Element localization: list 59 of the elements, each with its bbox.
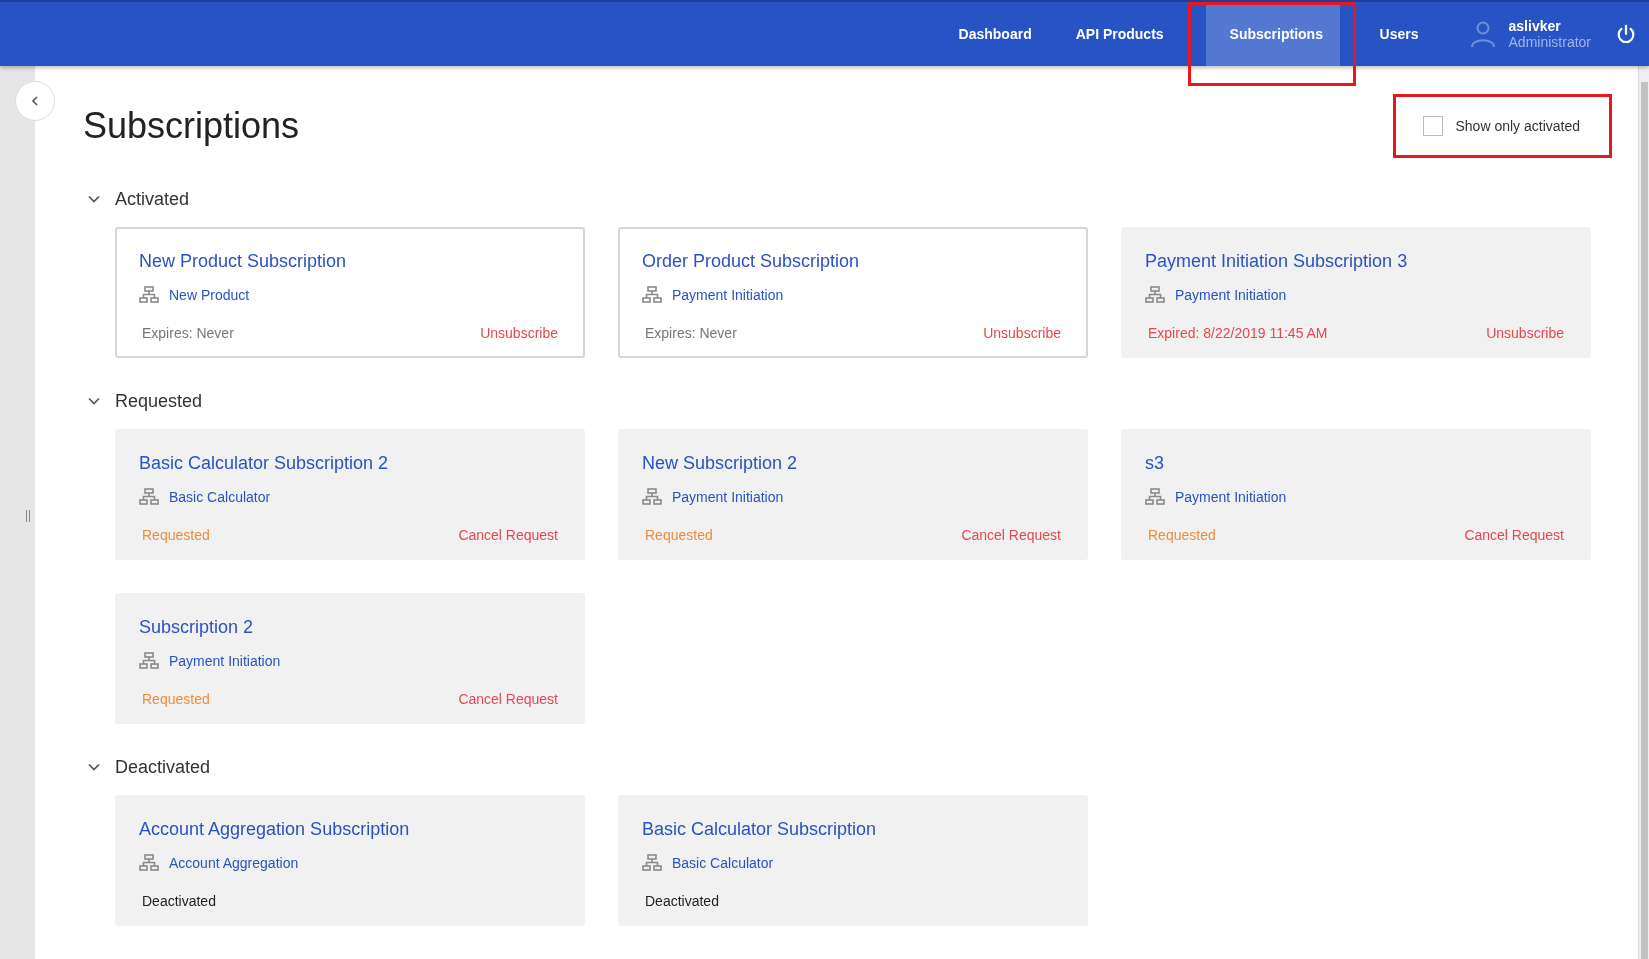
subscription-status: Deactivated xyxy=(645,893,719,909)
card-action-link[interactable]: Unsubscribe xyxy=(1486,325,1564,341)
subscription-title[interactable]: s3 xyxy=(1145,453,1164,474)
scrollbar[interactable] xyxy=(1638,66,1649,959)
subscription-status: Expired: 8/22/2019 11:45 AM xyxy=(1148,325,1328,341)
chevron-left-icon xyxy=(29,95,41,107)
subscription-status: Requested xyxy=(142,691,210,707)
hierarchy-icon xyxy=(642,488,662,506)
product-link[interactable]: Basic Calculator xyxy=(169,489,271,505)
card-action-link[interactable]: Unsubscribe xyxy=(480,325,558,341)
section-title: Activated xyxy=(115,188,190,210)
hierarchy-icon xyxy=(139,286,159,304)
product-link[interactable]: Basic Calculator xyxy=(672,855,774,871)
hierarchy-icon xyxy=(642,854,662,872)
nav-tab[interactable]: Users xyxy=(1357,2,1441,66)
user-name: aslivker xyxy=(1508,18,1562,34)
page-title: Subscriptions xyxy=(83,105,300,147)
hierarchy-icon xyxy=(642,286,662,304)
product-link[interactable]: Payment Initiation xyxy=(1175,287,1287,303)
hierarchy-icon xyxy=(1145,488,1165,506)
subscription-title[interactable]: Account Aggregation Subscription xyxy=(139,819,410,840)
product-link[interactable]: Payment Initiation xyxy=(672,287,784,303)
subscription-status: Expires: Never xyxy=(142,325,234,341)
subscription-status: Expires: Never xyxy=(645,325,737,341)
subscription-title[interactable]: New Product Subscription xyxy=(139,251,347,272)
product-link[interactable]: Payment Initiation xyxy=(169,653,281,669)
resize-handle-icon[interactable] xyxy=(25,510,31,522)
subscription-title[interactable]: Order Product Subscription xyxy=(642,251,860,272)
user-role: Administrator xyxy=(1508,34,1591,50)
section-title: Requested xyxy=(115,390,203,412)
user-avatar-icon xyxy=(1468,20,1497,48)
nav-tab[interactable]: Subscriptions xyxy=(1205,2,1340,66)
hierarchy-icon xyxy=(139,854,159,872)
product-link[interactable]: Payment Initiation xyxy=(672,489,784,505)
product-link[interactable]: Account Aggregation xyxy=(169,855,299,871)
subscription-status: Requested xyxy=(142,527,210,543)
subscription-title[interactable]: Payment Initiation Subscription 3 xyxy=(1145,251,1408,272)
hierarchy-icon xyxy=(139,488,159,506)
subscription-title[interactable]: Basic Calculator Subscription 2 xyxy=(139,453,389,474)
card-action-link[interactable]: Unsubscribe xyxy=(983,325,1061,341)
hierarchy-icon xyxy=(139,652,159,670)
nav-tab[interactable]: Dashboard xyxy=(936,2,1054,66)
hierarchy-icon xyxy=(1145,286,1165,304)
subscription-status: Requested xyxy=(1148,527,1216,543)
checkbox[interactable] xyxy=(1423,116,1444,136)
section-title: Deactivated xyxy=(115,756,211,778)
subscription-status: Requested xyxy=(645,527,713,543)
card-action-link[interactable]: Cancel Request xyxy=(1464,527,1564,543)
nav-tab[interactable]: API Products xyxy=(1053,2,1186,66)
subscription-title[interactable]: Subscription 2 xyxy=(139,617,254,638)
card-action-link[interactable]: Cancel Request xyxy=(458,527,558,543)
product-link[interactable]: Payment Initiation xyxy=(1175,489,1287,505)
subscription-title[interactable]: New Subscription 2 xyxy=(642,453,798,474)
subscription-title[interactable]: Basic Calculator Subscription xyxy=(642,819,877,840)
card-action-link[interactable]: Cancel Request xyxy=(961,527,1061,543)
subscription-status: Deactivated xyxy=(142,893,216,909)
product-link[interactable]: New Product xyxy=(169,287,250,303)
checkbox-label: Show only activated xyxy=(1455,118,1580,134)
card-action-link[interactable]: Cancel Request xyxy=(458,691,558,707)
